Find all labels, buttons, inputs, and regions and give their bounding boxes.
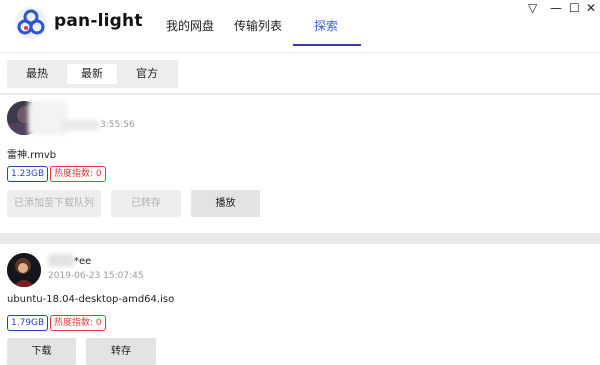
tab-explore[interactable]: 探索 — [314, 17, 338, 34]
subtab-hottest[interactable]: 最热 — [12, 64, 62, 84]
menu-triangle-icon[interactable]: ▽ — [528, 1, 537, 15]
save-to-netdisk-button[interactable]: 转存 — [86, 338, 156, 365]
close-icon[interactable]: ✕ — [586, 1, 596, 15]
tab-my-netdisk[interactable]: 我的网盘 — [166, 17, 214, 34]
file-name: 雷神.rmvb — [7, 150, 57, 161]
file-size-badge: 1.23GB — [7, 166, 49, 182]
app-title: pan-light — [54, 11, 143, 31]
minimize-icon[interactable]: — — [550, 1, 562, 15]
avatar[interactable] — [7, 253, 41, 287]
redacted-username — [48, 254, 74, 267]
divider — [0, 233, 600, 244]
post-time: 2019-06-23 15:07:45 — [48, 271, 144, 281]
username: *ee — [74, 256, 92, 267]
subtab-official[interactable]: 官方 — [122, 64, 172, 84]
play-button[interactable]: 播放 — [191, 190, 260, 217]
added-to-download-queue-button[interactable]: 已添加至下载队列 — [7, 190, 101, 217]
app-header: pan-light 我的网盘 传输列表 探索 ▽ — ☐ ✕ — [0, 0, 600, 53]
heat-index-badge: 热度指数: 0 — [50, 166, 106, 182]
maximize-icon[interactable]: ☐ — [569, 1, 580, 15]
redacted-date — [60, 120, 100, 130]
subtab-newest[interactable]: 最新 — [67, 64, 117, 84]
sort-tabs: 最热 最新 官方 — [7, 60, 178, 88]
avatar-image — [7, 253, 41, 287]
file-name: ubuntu-18.04-desktop-amd64.iso — [7, 294, 175, 305]
file-size-badge: 1.79GB — [7, 315, 49, 331]
divider — [0, 93, 600, 95]
baidu-pan-logo-icon — [15, 7, 47, 39]
tab-transfer-list[interactable]: 传输列表 — [234, 17, 282, 34]
post-time: 3:55:56 — [100, 120, 135, 130]
heat-index-badge: 热度指数: 0 — [50, 315, 106, 331]
saved-button[interactable]: 已转存 — [111, 190, 181, 217]
download-button[interactable]: 下载 — [7, 338, 76, 365]
active-tab-indicator — [293, 44, 361, 46]
